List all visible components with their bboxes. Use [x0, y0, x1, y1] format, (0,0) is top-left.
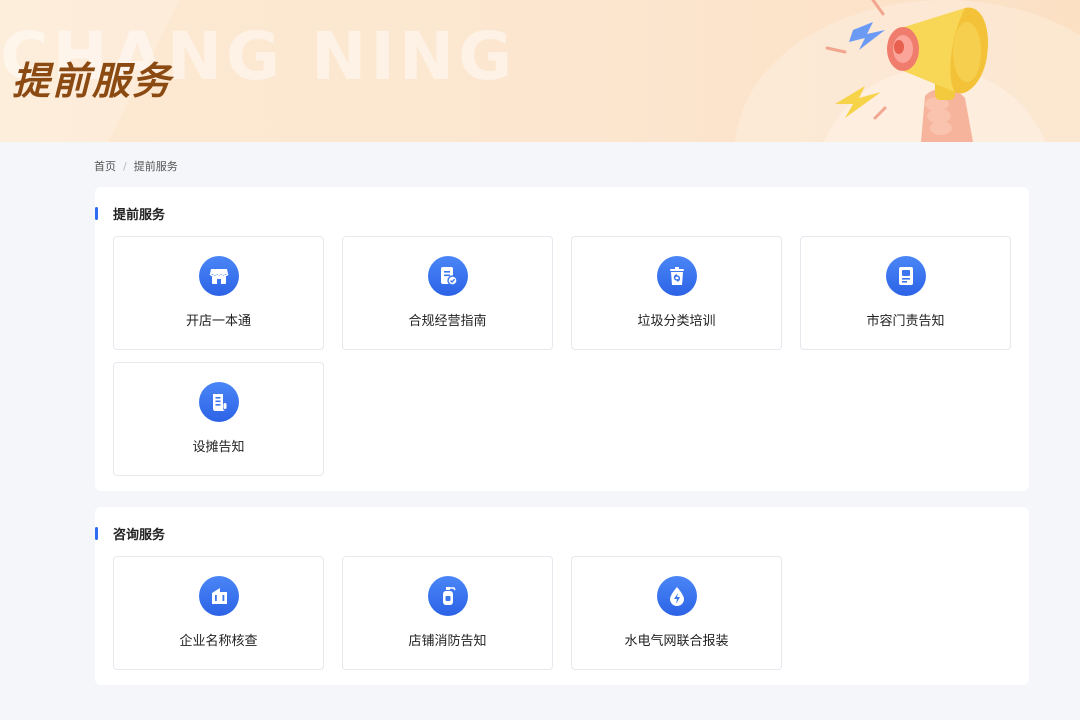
service-grid: 开店一本通 合规经营指南 垃圾分类培训 市容门责告知 设摊告知	[113, 236, 1011, 476]
section-header: 提前服务	[95, 205, 166, 223]
service-tile-label: 开店一本通	[185, 314, 251, 329]
service-grid: 企业名称核查 店铺消防告知 水电气网联合报装	[113, 556, 1011, 670]
breadcrumb-home-link[interactable]: 首页	[94, 158, 116, 174]
scroll-icon	[198, 382, 239, 422]
storefront-icon	[198, 256, 239, 296]
service-tile-label: 设摊告知	[192, 440, 245, 455]
service-tile-label: 企业名称核查	[179, 634, 258, 649]
service-tile-label: 市容门责告知	[866, 314, 945, 329]
service-tile-shop-guide[interactable]: 开店一本通	[113, 236, 324, 350]
section-card-consulting-services: 咨询服务 企业名称核查 店铺消防告知 水电气网联合报装	[95, 507, 1029, 685]
section-title: 提前服务	[113, 207, 166, 223]
breadcrumb: 首页 / 提前服务	[94, 158, 178, 174]
section-card-advance-services: 提前服务 开店一本通 合规经营指南 垃圾分类培训 市容门责告知 设摊告知	[95, 187, 1029, 491]
section-header: 咨询服务	[95, 525, 166, 543]
service-tile-shop-fire-notice[interactable]: 店铺消防告知	[342, 556, 553, 670]
breadcrumb-separator: /	[123, 159, 127, 173]
service-tile-compliance-guide[interactable]: 合规经营指南	[342, 236, 553, 350]
page-title: 提前服务	[12, 59, 173, 103]
service-tile-label: 垃圾分类培训	[637, 314, 716, 329]
fire-extinguisher-icon	[427, 576, 468, 616]
service-tile-label: 店铺消防告知	[408, 634, 487, 649]
breadcrumb-current: 提前服务	[133, 160, 178, 173]
page-banner: CHANG NING 提前服务	[0, 0, 1080, 142]
section-accent-bar	[95, 526, 98, 540]
service-tile-company-name-check[interactable]: 企业名称核查	[113, 556, 324, 670]
service-tile-frontage-responsibility[interactable]: 市容门责告知	[800, 236, 1011, 350]
utility-drop-icon	[656, 576, 697, 616]
section-title: 咨询服务	[113, 527, 166, 543]
megaphone-illustration-icon	[825, 0, 989, 142]
notice-board-icon	[885, 256, 926, 296]
service-tile-label: 水电气网联合报装	[624, 634, 729, 649]
service-tile-label: 合规经营指南	[408, 314, 487, 329]
document-check-icon	[427, 256, 468, 296]
service-tile-utility-joint-install[interactable]: 水电气网联合报装	[571, 556, 782, 670]
service-tile-stall-notice[interactable]: 设摊告知	[113, 362, 324, 476]
building-icon	[198, 576, 239, 616]
trash-bin-icon	[656, 256, 697, 296]
service-tile-waste-sorting-training[interactable]: 垃圾分类培训	[571, 236, 782, 350]
section-accent-bar	[95, 206, 98, 220]
